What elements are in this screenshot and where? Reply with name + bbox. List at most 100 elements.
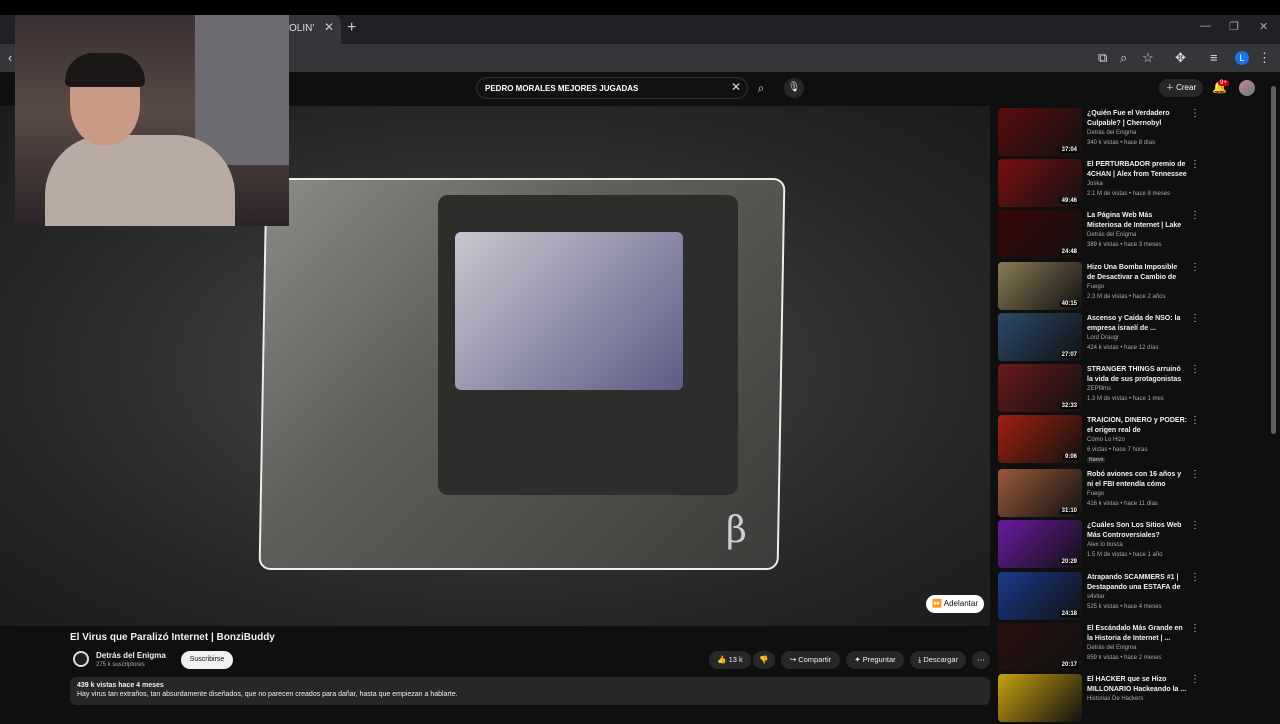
recommendation-menu-icon[interactable]: ⋮ bbox=[1190, 313, 1200, 324]
recommendation-thumbnail[interactable]: 40:15 bbox=[998, 262, 1082, 310]
back-icon[interactable]: ‹ bbox=[8, 50, 12, 65]
profile-avatar[interactable]: L bbox=[1235, 51, 1249, 65]
bookmark-star-icon[interactable]: ☆ bbox=[1142, 50, 1154, 66]
recommendation-thumbnail[interactable]: 32:33 bbox=[998, 364, 1082, 412]
recommendation-title[interactable]: Hizo Una Bomba Imposible de Desactivar a… bbox=[1087, 263, 1187, 283]
scrollbar[interactable] bbox=[1271, 86, 1276, 434]
recommendation-item[interactable]: 49:46 El PERTURBADOR premio de 4CHAN | Al… bbox=[998, 159, 1200, 209]
minimize-icon[interactable]: — bbox=[1200, 20, 1211, 32]
recommendation-item[interactable]: 31:10 Robó aviones con 16 años y ni el FB… bbox=[998, 469, 1200, 519]
recommendation-menu-icon[interactable]: ⋮ bbox=[1190, 108, 1200, 119]
download-button[interactable]: ⤓ Descargar bbox=[910, 651, 966, 669]
recommendation-title[interactable]: ¿Quién Fue el Verdadero Culpable? | Cher… bbox=[1087, 109, 1187, 129]
recommendation-menu-icon[interactable]: ⋮ bbox=[1190, 520, 1200, 531]
share-button[interactable]: ↪ Compartir bbox=[781, 651, 840, 669]
dislike-button[interactable]: 👎 bbox=[753, 651, 775, 669]
recommendation-channel[interactable]: Detrás del Enigma bbox=[1087, 645, 1136, 651]
recommendation-thumbnail[interactable]: 31:10 bbox=[998, 469, 1082, 517]
recommendation-menu-icon[interactable]: ⋮ bbox=[1190, 674, 1200, 685]
recommendation-item[interactable]: 37:04 ¿Quién Fue el Verdadero Culpable? |… bbox=[998, 108, 1200, 158]
recommendation-title[interactable]: TRAICIÓN, DINERO y PODER: el origen real… bbox=[1087, 416, 1187, 436]
duration-badge: 20:17 bbox=[1059, 662, 1079, 668]
recommendation-menu-icon[interactable]: ⋮ bbox=[1190, 364, 1200, 375]
install-icon[interactable]: ⧉ bbox=[1098, 50, 1107, 66]
recommendation-channel[interactable]: Joska bbox=[1087, 181, 1103, 187]
description-box[interactable]: 439 k vistas hace 4 meses Hay virus tan … bbox=[70, 677, 990, 705]
search-input[interactable]: PEDRO MORALES MEJORES JUGADAS bbox=[476, 77, 748, 99]
channel-name[interactable]: Detrás del Enigma bbox=[96, 651, 166, 660]
microphone-icon[interactable]: 🎙 bbox=[784, 78, 804, 98]
recommendation-thumbnail[interactable]: 9:06 bbox=[998, 415, 1082, 463]
recommendation-thumbnail[interactable]: 24:48 bbox=[998, 210, 1082, 258]
search-icon[interactable]: ⌕ bbox=[750, 77, 772, 99]
tab-title: OLIN' bbox=[289, 23, 315, 34]
extensions-icon[interactable]: ✥ bbox=[1175, 50, 1186, 66]
clear-search-icon[interactable]: ✕ bbox=[731, 80, 741, 94]
recommendation-menu-icon[interactable]: ⋮ bbox=[1190, 415, 1200, 426]
recommendation-channel[interactable]: Historias De Hackers bbox=[1087, 696, 1143, 702]
close-tab-icon[interactable]: ✕ bbox=[324, 20, 334, 34]
recommendation-channel[interactable]: ZEPfilms bbox=[1087, 386, 1111, 392]
recommendation-thumbnail[interactable]: 24:18 bbox=[998, 572, 1082, 620]
create-label: Crear bbox=[1176, 83, 1197, 92]
recommendation-title[interactable]: Atrapando SCAMMERS #1 | Destapando una E… bbox=[1087, 573, 1187, 593]
recommendation-channel[interactable]: Alex lo busca bbox=[1087, 542, 1123, 548]
recommendation-item[interactable]: 27:07 Ascenso y Caída de NSO: la empresa … bbox=[998, 313, 1200, 363]
recommendation-item[interactable]: 9:06 TRAICIÓN, DINERO y PODER: el origen … bbox=[998, 415, 1200, 465]
recommendation-channel[interactable]: s4vitar bbox=[1087, 594, 1105, 600]
more-actions-button[interactable]: ⋯ bbox=[972, 651, 990, 669]
recommendation-title[interactable]: El PERTURBADOR premio de 4CHAN | Alex fr… bbox=[1087, 160, 1187, 180]
browser-menu-icon[interactable]: ⋮ bbox=[1258, 50, 1271, 66]
recommendation-thumbnail[interactable]: 20:17 bbox=[998, 623, 1082, 671]
recommendation-item[interactable]: 40:15 Hizo Una Bomba Imposible de Desacti… bbox=[998, 262, 1200, 312]
maximize-icon[interactable]: ❐ bbox=[1229, 20, 1239, 33]
recommendation-item[interactable]: 20:29 ¿Cuáles Son Los Sitios Web Más Cont… bbox=[998, 520, 1200, 570]
skip-forward-button[interactable]: ⏩ Adelantar bbox=[926, 595, 984, 613]
account-avatar[interactable] bbox=[1239, 80, 1255, 96]
webcam-person-shirt bbox=[45, 135, 235, 226]
recommendation-thumbnail[interactable] bbox=[998, 674, 1082, 722]
media-control-icon[interactable]: ≡ bbox=[1210, 50, 1218, 65]
recommendation-item[interactable]: 24:18 Atrapando SCAMMERS #1 | Destapando … bbox=[998, 572, 1200, 622]
recommendation-title[interactable]: El HACKER que se Hizo MILLONARIO Hackean… bbox=[1087, 675, 1187, 695]
zoom-icon[interactable]: ⌕ bbox=[1120, 50, 1127, 66]
recommendation-thumbnail[interactable]: 27:07 bbox=[998, 313, 1082, 361]
close-window-icon[interactable]: ✕ bbox=[1259, 20, 1268, 33]
recommendation-channel[interactable]: Fuego bbox=[1087, 491, 1104, 497]
recommendation-title[interactable]: Robó aviones con 16 años y ni el FBI ent… bbox=[1087, 470, 1187, 490]
recommendation-meta: 424 k vistas • hace 12 días bbox=[1087, 345, 1159, 351]
recommendation-title[interactable]: Ascenso y Caída de NSO: la empresa israe… bbox=[1087, 314, 1187, 334]
subscribe-button[interactable]: Suscribirse bbox=[181, 651, 233, 669]
recommendation-item[interactable]: El HACKER que se Hizo MILLONARIO Hackean… bbox=[998, 674, 1200, 724]
create-button[interactable]: ＋ Crear bbox=[1159, 79, 1203, 97]
recommendation-title[interactable]: ¿Cuáles Son Los Sitios Web Más Controver… bbox=[1087, 521, 1187, 541]
recommendation-channel[interactable]: Detrás del Enigma bbox=[1087, 130, 1136, 136]
like-count: 13 k bbox=[728, 655, 743, 664]
new-tab-icon[interactable]: + bbox=[347, 19, 356, 37]
description-text: Hay virus tan extraños, tan absurdamente… bbox=[77, 691, 458, 698]
recommendation-menu-icon[interactable]: ⋮ bbox=[1190, 262, 1200, 273]
recommendation-thumbnail[interactable]: 37:04 bbox=[998, 108, 1082, 156]
recommendation-menu-icon[interactable]: ⋮ bbox=[1190, 210, 1200, 221]
recommendation-meta: 389 k vistas • hace 3 meses bbox=[1087, 242, 1162, 248]
recommendation-thumbnail[interactable]: 20:29 bbox=[998, 520, 1082, 568]
recommendation-item[interactable]: 24:48 La Página Web Más Misteriosa de Int… bbox=[998, 210, 1200, 260]
recommendation-channel[interactable]: Fuego bbox=[1087, 284, 1104, 290]
recommendation-item[interactable]: 20:17 El Escándalo Más Grande en la Histo… bbox=[998, 623, 1200, 673]
recommendation-menu-icon[interactable]: ⋮ bbox=[1190, 572, 1200, 583]
recommendation-title[interactable]: El Escándalo Más Grande en la Historia d… bbox=[1087, 624, 1187, 644]
recommendation-thumbnail[interactable]: 49:46 bbox=[998, 159, 1082, 207]
recommendation-title[interactable]: La Página Web Más Misteriosa de Internet… bbox=[1087, 211, 1187, 231]
recommendation-meta: 859 k vistas • hace 2 meses bbox=[1087, 655, 1162, 661]
recommendation-menu-icon[interactable]: ⋮ bbox=[1190, 469, 1200, 480]
recommendation-menu-icon[interactable]: ⋮ bbox=[1190, 623, 1200, 634]
recommendation-title[interactable]: STRANGER THINGS arruinó la vida de sus p… bbox=[1087, 365, 1187, 385]
recommendation-channel[interactable]: Lord Draugr bbox=[1087, 335, 1119, 341]
channel-avatar[interactable] bbox=[73, 651, 89, 667]
like-button[interactable]: 👍 13 k bbox=[709, 651, 751, 669]
recommendation-menu-icon[interactable]: ⋮ bbox=[1190, 159, 1200, 170]
recommendation-channel[interactable]: Detrás del Enigma bbox=[1087, 232, 1136, 238]
ask-button[interactable]: ✦ Preguntar bbox=[846, 651, 904, 669]
recommendation-channel[interactable]: Cómo Lo Hizo bbox=[1087, 437, 1125, 443]
recommendation-item[interactable]: 32:33 STRANGER THINGS arruinó la vida de … bbox=[998, 364, 1200, 414]
